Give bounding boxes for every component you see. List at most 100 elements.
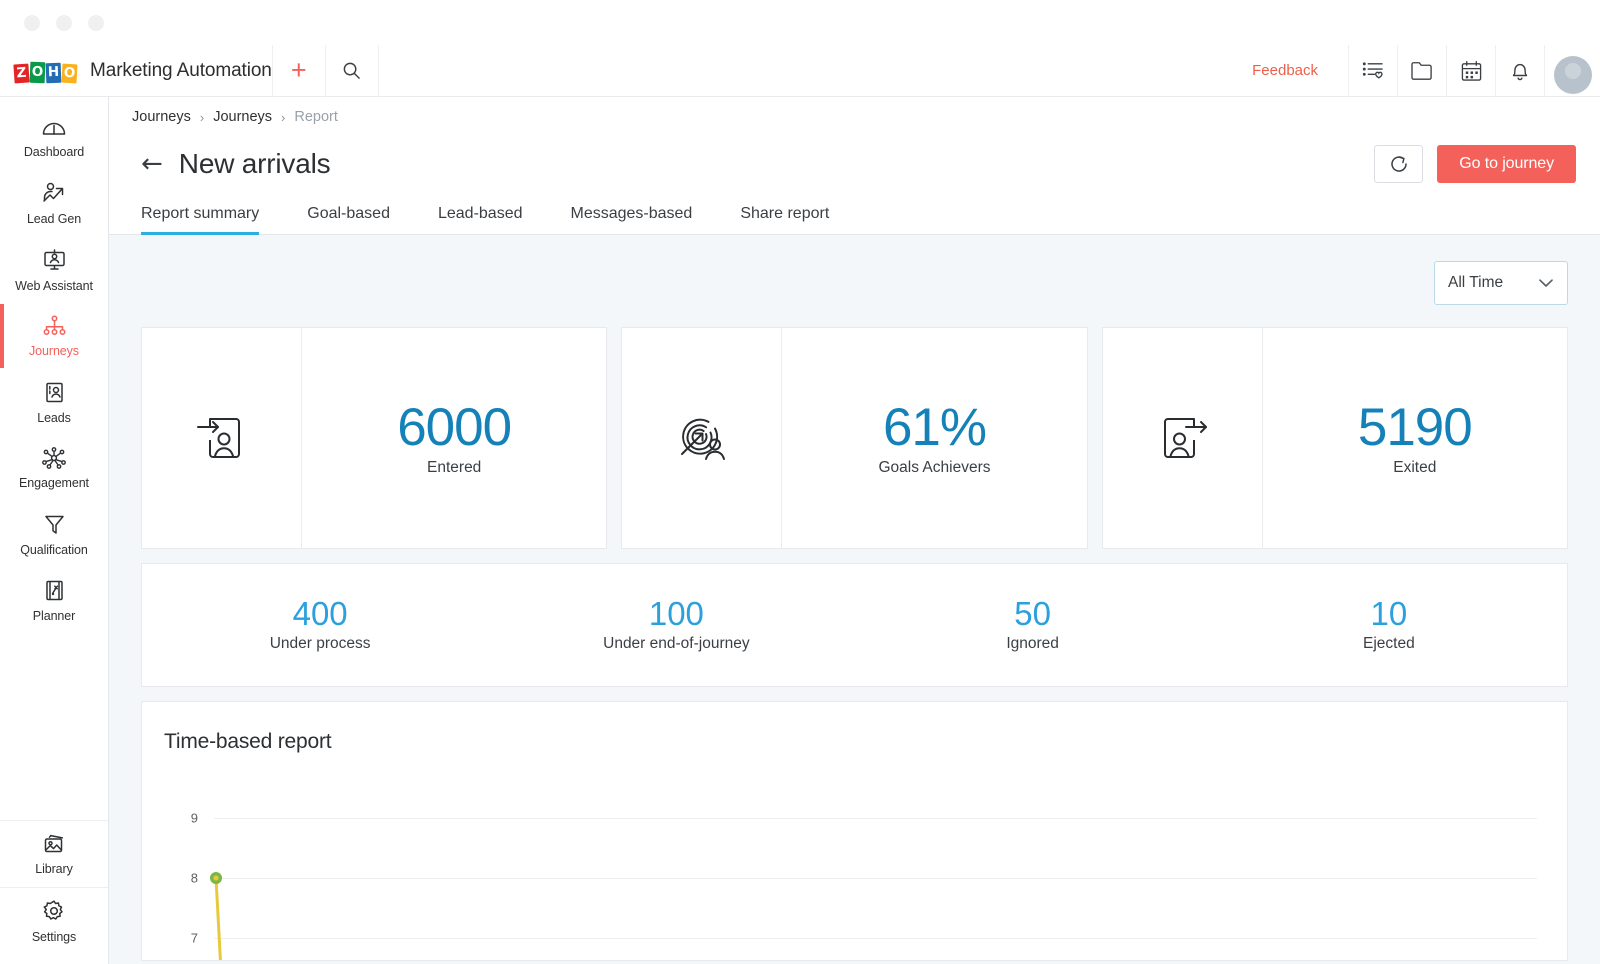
- stat-label: Ejected: [1363, 635, 1415, 653]
- stat-value: 100: [649, 597, 704, 630]
- refresh-button[interactable]: [1374, 145, 1423, 183]
- sidebar-item-planner[interactable]: Planner: [0, 567, 108, 633]
- window-minimize-dot[interactable]: [56, 15, 72, 31]
- app-header: Z O H O Marketing Automation + Feedback: [0, 45, 1600, 97]
- sidebar-item-lead-gen[interactable]: Lead Gen: [0, 171, 108, 237]
- folder-icon: [1410, 60, 1435, 81]
- page-header: ← New arrivals Go to journey: [109, 125, 1600, 189]
- sidebar-item-label: Leads: [37, 411, 71, 425]
- app-header-actions: Feedback: [1222, 45, 1600, 96]
- sidebar-item-leads[interactable]: Leads: [0, 369, 108, 435]
- stat-label: Exited: [1393, 459, 1436, 477]
- images-icon: [41, 832, 68, 856]
- funnel-icon: [42, 512, 67, 537]
- window-close-dot[interactable]: [24, 15, 40, 31]
- breadcrumb-item-journeys[interactable]: Journeys: [213, 109, 272, 125]
- arrow-left-icon[interactable]: ←: [141, 151, 163, 177]
- stat-label: Goals Achievers: [878, 459, 990, 477]
- sidebar-item-label: Library: [35, 862, 73, 876]
- tab-report-summary[interactable]: Report summary: [141, 205, 283, 234]
- sidebar-item-dashboard[interactable]: Dashboard: [0, 105, 108, 171]
- sidebar-item-journeys[interactable]: Journeys: [0, 303, 108, 369]
- stat-ejected: 10 Ejected: [1211, 564, 1567, 686]
- time-range-value: All Time: [1448, 274, 1503, 292]
- stat-value: 5190: [1358, 399, 1472, 457]
- window-chrome: [0, 0, 1600, 45]
- contact-card-icon: [42, 380, 67, 405]
- stat-value-pane: 6000 Entered: [302, 328, 606, 548]
- sidebar-item-settings[interactable]: Settings: [0, 888, 108, 954]
- tab-goal-based[interactable]: Goal-based: [307, 205, 414, 234]
- stat-value-pane: 5190 Exited: [1263, 328, 1567, 548]
- chevron-down-icon: [1538, 278, 1554, 288]
- stat-under-end-of-journey: 100 Under end-of-journey: [498, 564, 854, 686]
- sidebar-item-web-assistant[interactable]: Web Assistant: [0, 237, 108, 303]
- zoho-logo-letter-h: H: [46, 62, 62, 83]
- stat-value: 10: [1371, 597, 1408, 630]
- stat-card-exited: 5190 Exited: [1102, 327, 1568, 549]
- page-header-actions: Go to journey: [1374, 145, 1576, 183]
- calendar-button[interactable]: [1446, 45, 1495, 97]
- zoho-logo-icon: Z O H O: [14, 59, 77, 83]
- time-range-select[interactable]: All Time: [1434, 261, 1568, 305]
- network-burst-icon: [40, 446, 68, 470]
- breadcrumb-separator-icon: ›: [281, 110, 285, 125]
- stat-card-entered: 6000 Entered: [141, 327, 607, 549]
- stat-icon-pane: [622, 328, 782, 548]
- stat-value-pane: 61% Goals Achievers: [782, 328, 1086, 548]
- brand[interactable]: Z O H O Marketing Automation: [0, 45, 272, 96]
- tab-share-report[interactable]: Share report: [740, 205, 853, 234]
- zoho-logo-letter-z: Z: [13, 63, 29, 83]
- zoho-logo-letter-o2: O: [62, 63, 78, 83]
- chart-y-tick: 8: [164, 871, 198, 886]
- sidebar-item-qualification[interactable]: Qualification: [0, 501, 108, 567]
- exit-card-person-icon: [1152, 405, 1212, 471]
- stat-label: Under end-of-journey: [603, 635, 749, 653]
- stat-under-process: 400 Under process: [142, 564, 498, 686]
- folder-button[interactable]: [1397, 45, 1446, 97]
- primary-sidebar: Dashboard Lead Gen: [0, 97, 109, 964]
- sidebar-item-engagement[interactable]: Engagement: [0, 435, 108, 501]
- gauge-icon: [41, 117, 67, 139]
- sidebar-item-label: Journeys: [29, 344, 79, 358]
- avatar: [1554, 56, 1592, 94]
- tab-lead-based[interactable]: Lead-based: [438, 205, 547, 234]
- notifications-button[interactable]: [1495, 45, 1544, 97]
- go-to-journey-button[interactable]: Go to journey: [1437, 145, 1576, 183]
- sidebar-main-items: Dashboard Lead Gen: [0, 97, 108, 633]
- target-person-icon: [669, 406, 735, 470]
- planner-board-icon: [42, 578, 67, 603]
- search-button[interactable]: [326, 45, 378, 97]
- stat-value: 50: [1014, 597, 1051, 630]
- primary-stats-row: 6000 Entered: [141, 327, 1568, 549]
- secondary-stats-row: 400 Under process 100 Under end-of-journ…: [141, 563, 1568, 687]
- feedback-link[interactable]: Feedback: [1222, 62, 1348, 79]
- sidebar-item-label: Web Assistant: [15, 279, 93, 293]
- report-content: All Time: [109, 235, 1600, 964]
- gear-icon: [41, 898, 67, 924]
- sidebar-item-label: Qualification: [20, 543, 88, 557]
- breadcrumb-separator-icon: ›: [200, 110, 204, 125]
- chart-series-line: [214, 776, 1534, 956]
- stat-value: 6000: [397, 399, 511, 457]
- breadcrumb-item-journeys-root[interactable]: Journeys: [132, 109, 191, 125]
- stat-value: 61%: [883, 399, 986, 457]
- sidebar-item-library[interactable]: Library: [0, 821, 108, 887]
- user-avatar-button[interactable]: [1544, 45, 1600, 97]
- bell-icon: [1509, 59, 1531, 82]
- chart-plot-area: 9 8 7: [164, 776, 1537, 956]
- breadcrumb: Journeys › Journeys › Report: [109, 97, 1600, 125]
- filter-row: All Time: [141, 235, 1568, 327]
- chart-y-tick: 7: [164, 931, 198, 946]
- main-content: Journeys › Journeys › Report ← New arriv…: [109, 97, 1600, 964]
- monitor-assistant-icon: [41, 248, 68, 273]
- stat-label: Under process: [270, 635, 371, 653]
- checklist-button[interactable]: [1348, 45, 1397, 97]
- app-name: Marketing Automation: [90, 60, 272, 82]
- stat-card-goals-achievers: 61% Goals Achievers: [621, 327, 1087, 549]
- tab-messages-based[interactable]: Messages-based: [570, 205, 716, 234]
- page-title: New arrivals: [179, 148, 331, 180]
- add-button[interactable]: +: [273, 45, 325, 97]
- person-growth-icon: [40, 182, 68, 206]
- window-zoom-dot[interactable]: [88, 15, 104, 31]
